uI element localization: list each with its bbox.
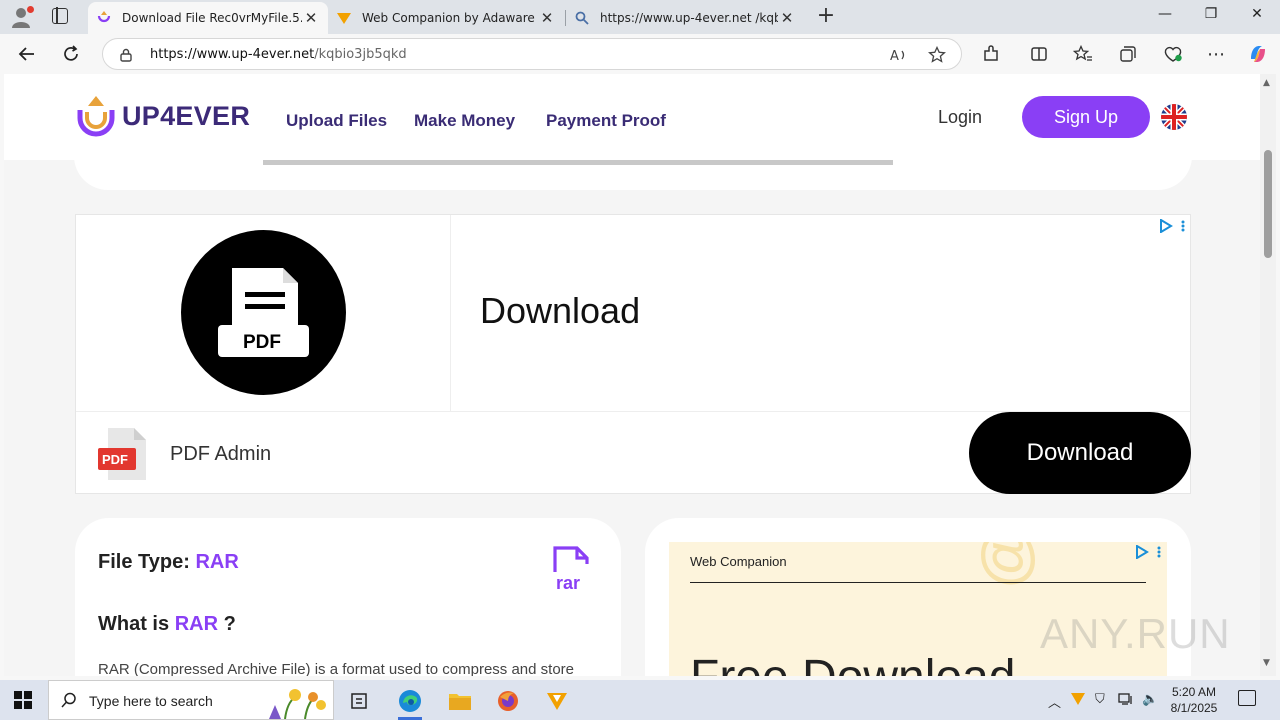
clock-time: 5:20 AM	[1171, 685, 1217, 699]
ad-download-button[interactable]: Download	[969, 412, 1191, 494]
close-tab-icon[interactable]: ✕	[778, 9, 796, 27]
url-text: https://www.up-4ever.net/kqbio3jb5qkd	[150, 47, 407, 62]
pdf-document-icon: PDF	[98, 428, 148, 480]
flowers-decoration-icon	[269, 689, 326, 719]
split-screen-icon[interactable]	[1028, 43, 1050, 65]
ad-footer: PDF PDF Admin Download	[76, 411, 1191, 494]
ad-headline[interactable]: Download	[480, 290, 640, 332]
lock-icon[interactable]	[119, 47, 133, 62]
adaware-tray-icon[interactable]	[1070, 692, 1086, 710]
advertiser-name[interactable]: PDF Admin	[170, 443, 271, 466]
rar-file-icon: rar	[553, 546, 593, 594]
site-logo[interactable]: UP4EVER	[74, 94, 250, 138]
file-type-card: File Type: RAR rar What is RAR ? RAR (Co…	[75, 518, 621, 676]
tab-web-companion[interactable]: Web Companion by Adaware - Pr ✕	[328, 2, 564, 34]
tray-device-icon[interactable]: ⛉	[1095, 692, 1105, 707]
close-window-icon[interactable]: ✕	[1242, 6, 1272, 22]
show-hidden-icons-icon[interactable]: ︿	[1048, 692, 1061, 711]
file-type-description: RAR (Compressed Archive File) is a forma…	[98, 661, 575, 676]
back-icon[interactable]	[16, 43, 38, 65]
nav-payment-proof[interactable]: Payment Proof	[546, 111, 666, 131]
tab-up4ever-url[interactable]: https://www.up-4ever.net /kqbio3 ✕	[566, 2, 804, 34]
windows-start-icon[interactable]	[14, 691, 32, 709]
copilot-icon[interactable]	[1247, 43, 1269, 65]
firefox-icon[interactable]	[488, 684, 528, 718]
nav-upload-files[interactable]: Upload Files	[286, 111, 387, 131]
network-icon[interactable]	[1118, 692, 1134, 710]
ad-choices-icon[interactable]	[1135, 545, 1163, 559]
pdf-label: PDF	[243, 332, 281, 353]
minimize-icon[interactable]: —	[1150, 6, 1180, 22]
task-view-icon[interactable]	[340, 684, 380, 718]
extensions-icon[interactable]	[980, 43, 1002, 65]
ad-image-panel: PDF	[76, 215, 451, 411]
what-is-heading: What is RAR ?	[98, 613, 236, 635]
more-options-icon[interactable]: ⋯	[1205, 43, 1227, 65]
rar-extension-label: rar	[556, 573, 581, 593]
notifications-icon[interactable]	[1238, 690, 1256, 706]
file-type-heading: File Type: RAR	[98, 551, 239, 573]
search-placeholder: Type here to search	[89, 693, 213, 709]
taskbar-search-box[interactable]: Type here to search	[48, 680, 334, 720]
new-tab-icon[interactable]: +	[815, 5, 837, 27]
browser-tab-bar: Download File Rec0vrMyFile.5.2_s ✕ Web C…	[0, 0, 1280, 34]
logo-text: UP4EVER	[122, 100, 251, 131]
collections-icon[interactable]	[1117, 43, 1139, 65]
windows-taskbar: Type here to search ︿ ⛉ 🔈 5:20 AM 8/1/20…	[0, 680, 1280, 720]
ad-big-headline[interactable]: Free Download	[690, 650, 1016, 676]
adaware-taskbar-icon[interactable]	[537, 684, 577, 718]
pdf-file-icon: PDF	[181, 230, 346, 395]
site-header: UP4EVER Upload Files Make Money Payment …	[4, 74, 1260, 160]
anyrun-watermark: ANY.RUN	[1040, 610, 1231, 657]
pdf-doc-label: PDF	[102, 452, 128, 467]
login-link[interactable]: Login	[938, 107, 982, 128]
scrollbar-thumb[interactable]	[1264, 150, 1272, 258]
profile-icon[interactable]	[10, 6, 34, 28]
volume-icon[interactable]: 🔈	[1142, 692, 1158, 707]
tab-actions-icon[interactable]	[52, 7, 68, 24]
search-icon	[574, 10, 590, 26]
up4ever-logo-icon	[77, 96, 115, 137]
search-icon	[61, 692, 77, 708]
favorites-icon[interactable]	[1072, 43, 1094, 65]
nav-make-money[interactable]: Make Money	[414, 111, 515, 131]
svg-text:A: A	[890, 49, 899, 63]
page-viewport: UP4EVER Upload Files Make Money Payment …	[4, 74, 1260, 676]
clock-date: 8/1/2025	[1170, 701, 1218, 715]
sign-up-button[interactable]: Sign Up	[1022, 96, 1150, 138]
uk-flag-icon[interactable]	[1161, 104, 1187, 130]
refresh-icon[interactable]	[60, 43, 82, 65]
favorite-star-icon[interactable]	[927, 45, 947, 65]
address-bar[interactable]: https://www.up-4ever.net/kqbio3jb5qkd A	[102, 38, 962, 70]
restore-icon[interactable]: ❐	[1196, 6, 1226, 22]
tab-download-file[interactable]: Download File Rec0vrMyFile.5.2_s ✕	[88, 2, 328, 34]
browser-essentials-icon[interactable]	[1162, 43, 1184, 65]
up4ever-favicon-icon	[96, 10, 112, 26]
browser-toolbar: https://www.up-4ever.net/kqbio3jb5qkd A …	[0, 34, 1280, 74]
tab-title: https://www.up-4ever.net /kqbio3	[600, 11, 778, 25]
page-scrollbar[interactable]: ▲ ▼	[1260, 74, 1276, 676]
ad-brand-name: Web Companion	[690, 554, 787, 569]
scroll-down-icon[interactable]: ▼	[1263, 658, 1270, 668]
ad-divider	[690, 582, 1146, 583]
close-tab-icon[interactable]: ✕	[302, 9, 320, 27]
tab-title: Web Companion by Adaware - Pr	[362, 11, 538, 25]
system-clock[interactable]: 5:20 AM 8/1/2025	[1168, 684, 1220, 716]
ad-choices-icon[interactable]	[1159, 219, 1187, 233]
read-aloud-icon[interactable]: A	[889, 45, 909, 65]
close-tab-icon[interactable]: ✕	[538, 9, 556, 27]
tab-title: Download File Rec0vrMyFile.5.2_s	[122, 11, 302, 25]
pdf-download-ad[interactable]: PDF Download PDF PDF Admin Download	[75, 214, 1191, 494]
scroll-up-icon[interactable]: ▲	[1263, 78, 1270, 88]
adaware-favicon-icon	[336, 10, 352, 26]
file-explorer-icon[interactable]	[440, 684, 480, 718]
edge-taskbar-icon[interactable]	[390, 684, 430, 720]
